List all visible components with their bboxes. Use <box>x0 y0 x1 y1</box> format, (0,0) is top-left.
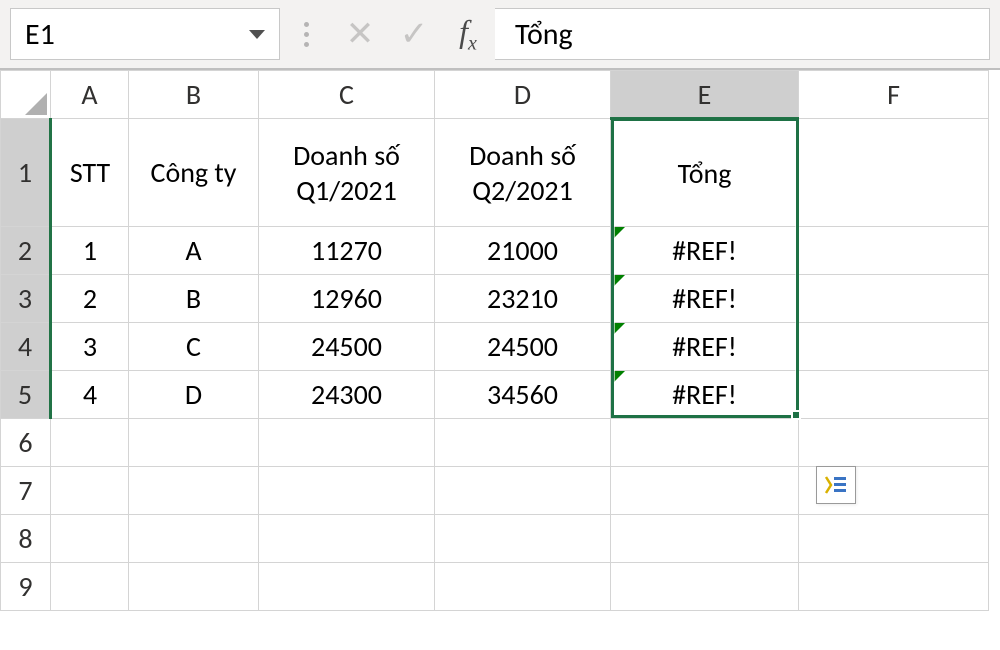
cell-A5[interactable]: 4 <box>51 371 129 419</box>
cell-C5[interactable]: 24300 <box>259 371 435 419</box>
cell-D6[interactable] <box>435 419 611 467</box>
cell-E5[interactable]: #REF! <box>611 371 799 419</box>
row-header-3[interactable]: 3 <box>1 275 51 323</box>
cell-D9[interactable] <box>435 563 611 611</box>
autofill-options-icon <box>824 474 848 496</box>
cell-F1[interactable] <box>799 119 989 227</box>
table-row: 5 4 D 24300 34560 #REF! <box>1 371 989 419</box>
row-header-6[interactable]: 6 <box>1 419 51 467</box>
cell-A2[interactable]: 1 <box>51 227 129 275</box>
cell-D8[interactable] <box>435 515 611 563</box>
column-header-e[interactable]: E <box>611 71 799 119</box>
cell-F4[interactable] <box>799 323 989 371</box>
cell-D5[interactable]: 34560 <box>435 371 611 419</box>
cell-E3-value: #REF! <box>672 281 737 316</box>
splitter-handle[interactable] <box>304 22 309 47</box>
row-header-9[interactable]: 9 <box>1 563 51 611</box>
column-header-c[interactable]: C <box>259 71 435 119</box>
cell-C1[interactable]: Doanh số Q1/2021 <box>259 119 435 227</box>
cell-E4[interactable]: #REF! <box>611 323 799 371</box>
cell-F3[interactable] <box>799 275 989 323</box>
column-header-b[interactable]: B <box>129 71 259 119</box>
cell-C3[interactable]: 12960 <box>259 275 435 323</box>
formula-text: Tổng <box>515 16 573 53</box>
insert-function-button[interactable]: fx <box>441 13 495 55</box>
cell-B8[interactable] <box>129 515 259 563</box>
column-header-a[interactable]: A <box>51 71 129 119</box>
sheet-table: A B C D E F 1 STT Công ty Doanh số Q1/20… <box>0 70 989 611</box>
cell-B2[interactable]: A <box>129 227 259 275</box>
row-header-5[interactable]: 5 <box>1 371 51 419</box>
cell-E4-value: #REF! <box>672 329 737 364</box>
table-row: 4 3 C 24500 24500 #REF! <box>1 323 989 371</box>
cell-A3[interactable]: 2 <box>51 275 129 323</box>
fx-icon: fx <box>459 13 477 55</box>
row-header-2[interactable]: 2 <box>1 227 51 275</box>
cell-A4[interactable]: 3 <box>51 323 129 371</box>
cell-B7[interactable] <box>129 467 259 515</box>
cell-F9[interactable] <box>799 563 989 611</box>
cell-C2[interactable]: 11270 <box>259 227 435 275</box>
error-indicator-icon <box>611 227 625 241</box>
name-box-value: E1 <box>25 16 249 53</box>
chevron-down-icon[interactable] <box>249 30 265 39</box>
cell-F2[interactable] <box>799 227 989 275</box>
cell-F8[interactable] <box>799 515 989 563</box>
select-all-corner[interactable] <box>1 71 51 119</box>
row-header-8[interactable]: 8 <box>1 515 51 563</box>
cell-D7[interactable] <box>435 467 611 515</box>
cell-E1[interactable]: Tổng <box>611 119 799 227</box>
column-header-d[interactable]: D <box>435 71 611 119</box>
table-row: 3 2 B 12960 23210 #REF! <box>1 275 989 323</box>
cell-B9[interactable] <box>129 563 259 611</box>
formula-input[interactable]: Tổng <box>495 8 990 60</box>
table-row: 2 1 A 11270 21000 #REF! <box>1 227 989 275</box>
cell-E6[interactable] <box>611 419 799 467</box>
cell-E2[interactable]: #REF! <box>611 227 799 275</box>
cell-E3[interactable]: #REF! <box>611 275 799 323</box>
error-indicator-icon <box>611 371 625 385</box>
cell-E2-value: #REF! <box>672 233 737 268</box>
cell-E9[interactable] <box>611 563 799 611</box>
cell-E5-value: #REF! <box>672 377 737 412</box>
cell-B6[interactable] <box>129 419 259 467</box>
cell-D3[interactable]: 23210 <box>435 275 611 323</box>
name-box[interactable]: E1 <box>10 8 280 60</box>
accept-button[interactable]: ✓ <box>387 14 441 55</box>
cell-D4[interactable]: 24500 <box>435 323 611 371</box>
row-header-7[interactable]: 7 <box>1 467 51 515</box>
cell-B3[interactable]: B <box>129 275 259 323</box>
row-header-4[interactable]: 4 <box>1 323 51 371</box>
cell-F6[interactable] <box>799 419 989 467</box>
cell-A7[interactable] <box>51 467 129 515</box>
cell-D2[interactable]: 21000 <box>435 227 611 275</box>
column-header-f[interactable]: F <box>799 71 989 119</box>
cell-D1[interactable]: Doanh số Q2/2021 <box>435 119 611 227</box>
cell-C4[interactable]: 24500 <box>259 323 435 371</box>
cell-F5[interactable] <box>799 371 989 419</box>
cell-C9[interactable] <box>259 563 435 611</box>
error-indicator-icon <box>611 323 625 337</box>
cell-A1[interactable]: STT <box>51 119 129 227</box>
cell-B5[interactable]: D <box>129 371 259 419</box>
cell-C6[interactable] <box>259 419 435 467</box>
cell-A8[interactable] <box>51 515 129 563</box>
cell-E7[interactable] <box>611 467 799 515</box>
autofill-options-button[interactable] <box>816 466 856 504</box>
cell-A6[interactable] <box>51 419 129 467</box>
cell-E8[interactable] <box>611 515 799 563</box>
cancel-button[interactable]: ✕ <box>333 14 387 55</box>
formula-bar: E1 ✕ ✓ fx Tổng <box>0 0 1000 70</box>
cell-B1[interactable]: Công ty <box>129 119 259 227</box>
cell-C8[interactable] <box>259 515 435 563</box>
cell-C7[interactable] <box>259 467 435 515</box>
row-header-1[interactable]: 1 <box>1 119 51 227</box>
error-indicator-icon <box>611 275 625 289</box>
cell-A9[interactable] <box>51 563 129 611</box>
worksheet-grid[interactable]: A B C D E F 1 STT Công ty Doanh số Q1/20… <box>0 70 1000 611</box>
cell-B4[interactable]: C <box>129 323 259 371</box>
